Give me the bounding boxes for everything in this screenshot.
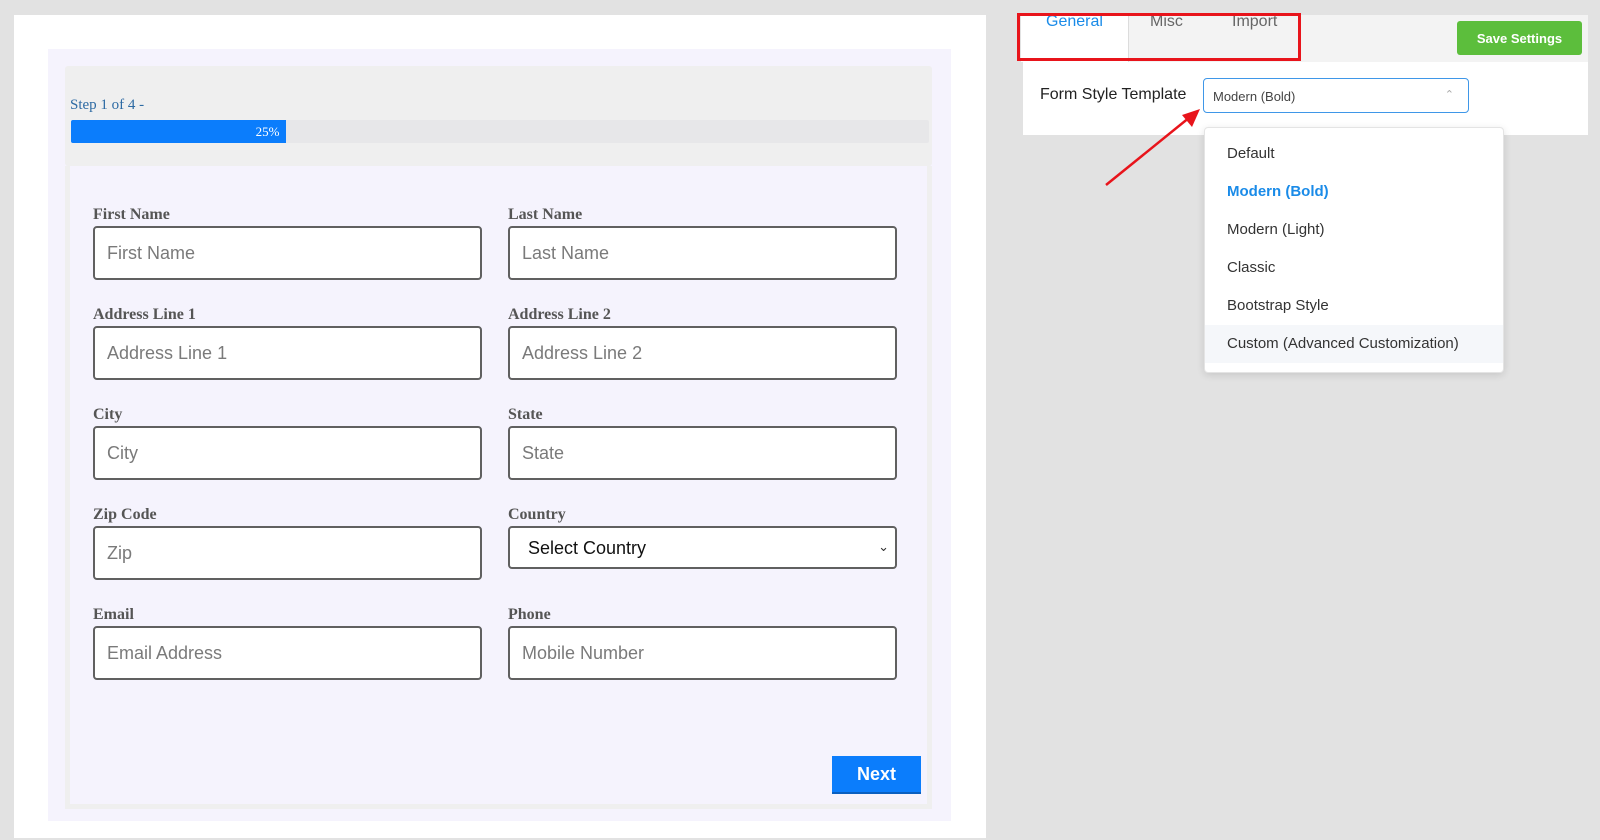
- dropdown-option-custom[interactable]: Custom (Advanced Customization): [1205, 325, 1503, 363]
- field-label: State: [508, 406, 543, 423]
- city-input[interactable]: [93, 426, 482, 480]
- zip-input[interactable]: [93, 526, 482, 580]
- first-name-field: First Name: [93, 206, 482, 280]
- form-preview-panel: Step 1 of 4 - 25% First Name Last Name A…: [14, 15, 986, 838]
- form-style-select[interactable]: Modern (Bold) ⌃: [1203, 78, 1469, 113]
- address-line-1-field: Address Line 1: [93, 306, 482, 380]
- last-name-field: Last Name: [508, 206, 897, 280]
- first-name-input[interactable]: [93, 226, 482, 280]
- field-label: Phone: [508, 606, 551, 623]
- progress-bar: 25%: [71, 120, 929, 143]
- chevron-up-icon: ⌃: [1444, 89, 1454, 101]
- chevron-down-icon: ⌄: [878, 539, 889, 554]
- address-line-2-field: Address Line 2: [508, 306, 897, 380]
- field-label: Address Line 1: [93, 306, 196, 323]
- email-input[interactable]: [93, 626, 482, 680]
- dropdown-option-modern-bold[interactable]: Modern (Bold): [1205, 173, 1503, 211]
- red-arrow-icon: [1105, 109, 1200, 186]
- step-header: Step 1 of 4 - 25%: [65, 66, 932, 166]
- dropdown-option-default[interactable]: Default: [1205, 135, 1503, 173]
- field-label: Address Line 2: [508, 306, 611, 323]
- zip-code-field: Zip Code: [93, 506, 482, 580]
- country-field: Country Select Country ⌄: [508, 506, 897, 569]
- progress-label: 25%: [255, 124, 280, 139]
- field-label: Last Name: [508, 206, 583, 223]
- save-settings-button[interactable]: Save Settings: [1457, 21, 1582, 55]
- address-line-2-input[interactable]: [508, 326, 897, 380]
- address-line-1-input[interactable]: [93, 326, 482, 380]
- field-label: Zip Code: [93, 506, 157, 523]
- state-input[interactable]: [508, 426, 897, 480]
- last-name-input[interactable]: [508, 226, 897, 280]
- field-label: City: [93, 406, 123, 423]
- phone-field: Phone: [508, 606, 897, 680]
- form-style-dropdown: Default Modern (Bold) Modern (Light) Cla…: [1204, 127, 1504, 373]
- tabs-highlight-box: [1017, 13, 1301, 61]
- form-container: Step 1 of 4 - 25% First Name Last Name A…: [48, 49, 951, 821]
- field-label: Country: [508, 506, 566, 523]
- phone-input[interactable]: [508, 626, 897, 680]
- dropdown-option-classic[interactable]: Classic: [1205, 249, 1503, 287]
- field-label: Email: [93, 606, 134, 623]
- email-field: Email: [93, 606, 482, 680]
- country-select-value: Select Country: [528, 538, 647, 558]
- progress-fill: 25%: [71, 120, 286, 143]
- city-field: City: [93, 406, 482, 480]
- state-field: State: [508, 406, 897, 480]
- step-indicator: Step 1 of 4 -: [70, 97, 145, 113]
- dropdown-option-bootstrap-style[interactable]: Bootstrap Style: [1205, 287, 1503, 325]
- country-select[interactable]: Select Country ⌄: [508, 526, 897, 569]
- next-button[interactable]: Next: [832, 756, 921, 794]
- field-label: First Name: [93, 206, 170, 223]
- form-style-template-label: Form Style Template: [1040, 86, 1187, 103]
- dropdown-option-modern-light[interactable]: Modern (Light): [1205, 211, 1503, 249]
- form-style-select-value: Modern (Bold): [1213, 89, 1296, 104]
